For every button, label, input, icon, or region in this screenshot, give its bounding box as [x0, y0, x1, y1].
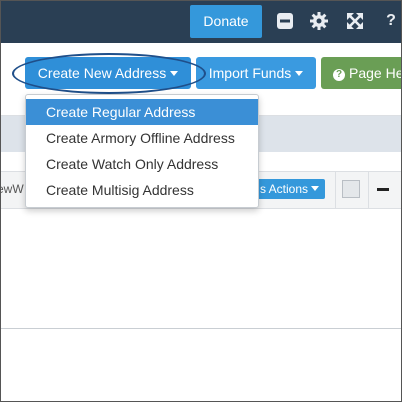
page-help-button[interactable]: ? Page He [321, 57, 402, 89]
minus-icon [377, 188, 389, 191]
menu-item-create-multisig-address[interactable]: Create Multisig Address [26, 177, 258, 203]
import-funds-button[interactable]: Import Funds [196, 57, 316, 89]
select-cell [335, 172, 369, 208]
page-help-label: Page He [349, 65, 402, 81]
create-new-address-button[interactable]: Create New Address [25, 57, 191, 89]
app-window: Donate ? Create New Address Import Funds… [0, 0, 402, 402]
expand-icon[interactable] [344, 10, 366, 32]
divider [1, 328, 401, 329]
import-funds-label: Import Funds [208, 65, 292, 81]
collapse-cell[interactable] [367, 172, 401, 208]
chevron-down-icon [170, 71, 179, 76]
wallet-actions-button[interactable]: s Actions [251, 179, 325, 199]
create-address-dropdown: Create Regular Address Create Armory Off… [25, 94, 259, 208]
chevron-down-icon [311, 186, 319, 191]
menu-item-create-watch-only-address[interactable]: Create Watch Only Address [26, 151, 258, 177]
wallet-actions-label: s Actions [259, 182, 308, 196]
menu-item-create-regular-address[interactable]: Create Regular Address [26, 99, 258, 125]
donate-button[interactable]: Donate [190, 5, 262, 38]
chevron-down-icon [295, 71, 304, 76]
minimize-icon[interactable] [274, 10, 296, 32]
wallet-name: ewW [1, 182, 24, 196]
top-navbar: Donate ? [1, 1, 401, 43]
help-icon[interactable]: ? [380, 10, 401, 32]
create-new-address-label: Create New Address [37, 65, 167, 81]
select-checkbox[interactable] [342, 180, 360, 198]
question-circle-icon: ? [333, 69, 345, 81]
menu-item-create-armory-offline-address[interactable]: Create Armory Offline Address [26, 125, 258, 151]
gear-icon[interactable] [308, 10, 330, 32]
